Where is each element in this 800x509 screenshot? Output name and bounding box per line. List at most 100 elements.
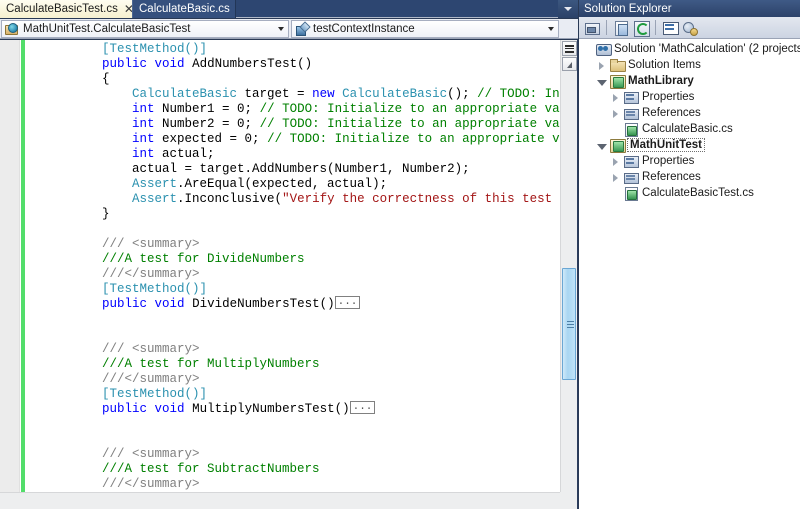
- code-token: .AreEqual(expected, actual);: [177, 177, 388, 191]
- properties-icon[interactable]: [583, 19, 601, 37]
- visual-studio-window: CalculateBasicTest.cs ✕ CalculateBasic.c…: [0, 0, 800, 509]
- code-token: </summary>: [124, 267, 200, 281]
- twisty-placeholder: [609, 123, 622, 136]
- folder-icon: [609, 58, 626, 72]
- code-token: // TODO: Initialize to an: [477, 87, 560, 101]
- tree-item-mathunittest[interactable]: MathUnitTest: [579, 137, 800, 153]
- code-token: ///: [102, 477, 125, 491]
- code-token: actual = target.AddNumbers(Number1, Numb…: [132, 162, 470, 176]
- code-token: void: [154, 297, 185, 311]
- vertical-scrollbar-thumb[interactable]: [562, 268, 576, 380]
- refresh-icon[interactable]: [632, 19, 650, 37]
- expand-arrow-icon[interactable]: [609, 155, 622, 168]
- code-line: /// <summary>: [40, 237, 560, 252]
- tab-calculate-basic-test[interactable]: CalculateBasicTest.cs ✕: [0, 0, 140, 18]
- code-token: </summary>: [124, 372, 200, 386]
- code-token: <summary>: [132, 237, 200, 251]
- csharp-project-icon: [609, 138, 626, 153]
- tree-item-references[interactable]: References: [579, 169, 800, 185]
- code-line: ///A test for DivideNumbers: [40, 252, 560, 267]
- references-icon: [623, 106, 639, 120]
- object-browser-icon[interactable]: [681, 19, 699, 37]
- chevron-down-icon[interactable]: [274, 26, 288, 31]
- properties-icon: [623, 154, 639, 168]
- expand-arrow-icon[interactable]: [609, 107, 622, 120]
- code-token: }: [102, 207, 110, 221]
- class-icon: [4, 22, 18, 36]
- tree-item-mathlibrary[interactable]: MathLibrary: [579, 73, 800, 89]
- change-tracking-bar: [21, 40, 25, 492]
- tab-label: CalculateBasicTest.cs: [6, 3, 118, 15]
- expand-arrow-icon[interactable]: [609, 171, 622, 184]
- twisty-placeholder: [609, 187, 622, 200]
- chevron-down-icon[interactable]: [544, 26, 558, 31]
- properties-icon: [623, 90, 639, 104]
- code-line: ///</summary>: [40, 267, 560, 282]
- tab-overflow-dropdown[interactable]: [558, 0, 578, 18]
- tab-calculate-basic[interactable]: CalculateBasic.cs: [132, 0, 236, 18]
- toolbar-separator: [655, 20, 656, 35]
- type-dropdown[interactable]: MathUnitTest.CalculateBasicTest: [1, 19, 289, 38]
- code-line: ///A test for SubtractNumbers: [40, 462, 560, 477]
- code-line: int actual;: [40, 147, 560, 162]
- editor-surface[interactable]: [TestMethod()] public void AddNumbersTes…: [0, 40, 560, 492]
- code-token: {: [102, 72, 110, 86]
- show-all-files-icon[interactable]: [612, 19, 630, 37]
- code-token: CalculateBasic: [342, 87, 448, 101]
- tree-item-properties[interactable]: Properties: [579, 89, 800, 105]
- code-line: int expected = 0; // TODO: Initialize to…: [40, 132, 560, 147]
- code-token: "Verify the correctness of this test met…: [282, 192, 560, 206]
- tree-item-calculatebasic-cs[interactable]: CalculateBasic.cs: [579, 121, 800, 137]
- editor-horizontal-scrollbar[interactable]: [0, 492, 560, 509]
- tree-item-label: References: [642, 171, 701, 183]
- code-token: Assert: [132, 177, 178, 191]
- split-view-button[interactable]: [561, 41, 577, 56]
- collapse-arrow-icon[interactable]: [595, 75, 608, 88]
- field-icon: [294, 22, 308, 36]
- chevron-down-icon: [564, 7, 572, 11]
- code-line: [TestMethod()]: [40, 282, 560, 297]
- code-line: [TestMethod()]: [40, 387, 560, 402]
- code-token: ();: [447, 87, 478, 101]
- tree-item-solution-items[interactable]: Solution Items: [579, 57, 800, 73]
- tree-item-references[interactable]: References: [579, 105, 800, 121]
- collapse-arrow-icon[interactable]: [595, 139, 608, 152]
- solution-tree[interactable]: Solution 'MathCalculation' (2 projects) S…: [579, 39, 800, 509]
- tree-item-calculatebasictest-cs[interactable]: CalculateBasicTest.cs: [579, 185, 800, 201]
- collapsed-region-ellipsis[interactable]: ...: [349, 401, 376, 415]
- code-line: CalculateBasic target = new CalculateBas…: [40, 87, 560, 102]
- member-dropdown[interactable]: testContextInstance: [291, 19, 559, 38]
- code-token: [TestMethod()]: [102, 282, 208, 296]
- code-token: public: [102, 402, 148, 416]
- scroll-up-button[interactable]: [561, 57, 577, 71]
- navigation-bar: MathUnitTest.CalculateBasicTest testCont…: [0, 19, 578, 39]
- view-code-icon[interactable]: [661, 19, 679, 37]
- code-text[interactable]: [TestMethod()] public void AddNumbersTes…: [40, 40, 560, 492]
- editor-vertical-scrollbar[interactable]: [560, 40, 577, 492]
- code-token: MultiplyNumbersTest(): [184, 402, 350, 416]
- code-line: /// <summary>: [40, 447, 560, 462]
- outlining-margin[interactable]: [26, 40, 64, 492]
- code-token: ///A test for MultiplyNumbers: [102, 357, 320, 371]
- twisty-placeholder: [581, 43, 594, 56]
- expand-arrow-icon[interactable]: [609, 91, 622, 104]
- code-token: actual;: [154, 147, 215, 161]
- code-token: // TODO: Initialize to an appropriate va…: [267, 132, 560, 146]
- tree-item-solution-mathcalculation-2-projects[interactable]: Solution 'MathCalculation' (2 projects): [579, 41, 800, 57]
- code-token: void: [154, 402, 185, 416]
- collapsed-region-ellipsis[interactable]: ...: [334, 296, 361, 310]
- code-token: target =: [237, 87, 313, 101]
- expand-arrow-icon[interactable]: [595, 59, 608, 72]
- tab-label: CalculateBasic.cs: [139, 3, 230, 15]
- code-token: public: [102, 297, 148, 311]
- tree-item-properties[interactable]: Properties: [579, 153, 800, 169]
- code-token: ///: [102, 372, 125, 386]
- code-token: Number1 = 0;: [154, 102, 260, 116]
- code-token: <summary>: [132, 342, 200, 356]
- tree-item-label: References: [642, 107, 701, 119]
- indicator-margin[interactable]: [0, 40, 20, 492]
